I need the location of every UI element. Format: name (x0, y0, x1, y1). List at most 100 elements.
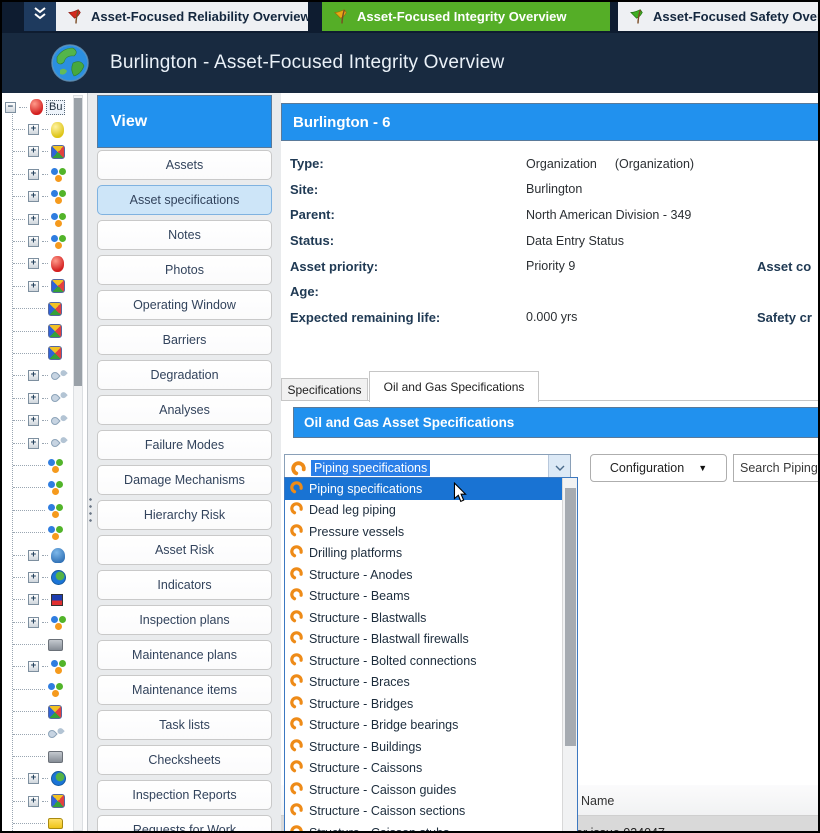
tree-row[interactable]: + (0, 186, 69, 208)
view-button-maintenance-items[interactable]: Maintenance items (97, 675, 272, 705)
tree-row[interactable] (0, 320, 69, 342)
tree-row[interactable]: + (0, 118, 69, 140)
tree-expander-expand[interactable]: + (28, 415, 39, 426)
view-button-maintenance-plans[interactable]: Maintenance plans (97, 640, 272, 670)
dropdown-item[interactable]: Structure - Blastwall firewalls (285, 629, 563, 651)
dropdown-item[interactable]: Structure - Caisson guides (285, 779, 563, 801)
tree-expander-expand[interactable]: + (28, 191, 39, 202)
dropdown-item[interactable]: Dead leg piping (285, 500, 563, 522)
dropdown-item[interactable]: Pressure vessels (285, 521, 563, 543)
tree-row[interactable]: + (0, 768, 69, 790)
view-button-barriers[interactable]: Barriers (97, 325, 272, 355)
tree-row[interactable]: + (0, 208, 69, 230)
view-button-asset-risk[interactable]: Asset Risk (97, 535, 272, 565)
tree-row[interactable]: −Bu (0, 96, 69, 118)
tree-row[interactable]: + (0, 790, 69, 812)
tree-row[interactable] (0, 813, 69, 833)
view-button-photos[interactable]: Photos (97, 255, 272, 285)
collapse-tabs-button[interactable] (24, 2, 56, 31)
panel-splitter-handle[interactable] (88, 496, 93, 522)
dropdown-item[interactable]: Drilling platforms (285, 543, 563, 565)
view-button-analyses[interactable]: Analyses (97, 395, 272, 425)
dropdown-item[interactable]: Structure - Buildings (285, 736, 563, 758)
tree-expander-expand[interactable]: + (28, 124, 39, 135)
tree-row[interactable] (0, 745, 69, 767)
tree-expander-expand[interactable]: + (28, 661, 39, 672)
dropdown-item[interactable]: Piping specifications (285, 478, 563, 500)
tree-row[interactable] (0, 298, 69, 320)
dashboard-tab-3[interactable]: Asset-Focused Safety Overview (618, 2, 820, 31)
tree-expander-expand[interactable]: + (28, 796, 39, 807)
spec-tab-specifications[interactable]: Specifications (281, 378, 368, 402)
tree-row[interactable]: + (0, 409, 69, 431)
dropdown-item[interactable]: Structure - Anodes (285, 564, 563, 586)
view-button-damage-mechanisms[interactable]: Damage Mechanisms (97, 465, 272, 495)
tree-row[interactable] (0, 678, 69, 700)
dropdown-item[interactable]: Structure - Caissons (285, 758, 563, 780)
tree-scrollbar[interactable] (73, 95, 83, 831)
tree-scrollbar-thumb[interactable] (74, 98, 82, 386)
tree-row[interactable] (0, 633, 69, 655)
tree-expander-expand[interactable]: + (28, 281, 39, 292)
tree-row[interactable] (0, 521, 69, 543)
tree-expander-collapse[interactable]: − (5, 102, 16, 113)
tree-expander-expand[interactable]: + (28, 258, 39, 269)
tree-row[interactable]: + (0, 365, 69, 387)
tree-expander-expand[interactable]: + (28, 572, 39, 583)
view-button-inspection-reports[interactable]: Inspection Reports (97, 780, 272, 810)
dropdown-item[interactable]: Structure - Bridges (285, 693, 563, 715)
tree-row[interactable]: + (0, 163, 69, 185)
dropdown-scrollbar-thumb[interactable] (565, 488, 576, 746)
tree-row[interactable]: + (0, 611, 69, 633)
dropdown-item[interactable]: Structure - Caisson sections (285, 801, 563, 823)
dropdown-item[interactable]: Structure - Braces (285, 672, 563, 694)
tree-expander-expand[interactable]: + (28, 773, 39, 784)
tree-row[interactable]: + (0, 230, 69, 252)
dropdown-item[interactable]: Structure - Beams (285, 586, 563, 608)
view-button-requests-for-work[interactable]: Requests for Work (97, 815, 272, 833)
view-button-operating-window[interactable]: Operating Window (97, 290, 272, 320)
tree-row[interactable]: + (0, 544, 69, 566)
tree-row[interactable] (0, 499, 69, 521)
tree-expander-expand[interactable]: + (28, 393, 39, 404)
view-button-asset-specifications[interactable]: Asset specifications (97, 185, 272, 215)
tree-row[interactable] (0, 454, 69, 476)
tree-row[interactable]: + (0, 589, 69, 611)
spec-tab-oil-and-gas-specifications[interactable]: Oil and Gas Specifications (369, 371, 539, 402)
tree-row[interactable] (0, 342, 69, 364)
view-button-inspection-plans[interactable]: Inspection plans (97, 605, 272, 635)
dropdown-scrollbar[interactable] (562, 478, 577, 832)
tree-row[interactable]: + (0, 275, 69, 297)
tree-row[interactable]: + (0, 141, 69, 163)
view-button-task-lists[interactable]: Task lists (97, 710, 272, 740)
view-button-indicators[interactable]: Indicators (97, 570, 272, 600)
tree-row[interactable] (0, 701, 69, 723)
view-button-degradation[interactable]: Degradation (97, 360, 272, 390)
dashboard-tab-2[interactable]: Asset-Focused Integrity Overview (322, 2, 610, 31)
tree-row[interactable]: + (0, 387, 69, 409)
tree-row[interactable]: + (0, 432, 69, 454)
tree-expander-expand[interactable]: + (28, 169, 39, 180)
dropdown-item[interactable]: Structure - Bolted connections (285, 650, 563, 672)
dropdown-item[interactable]: Structure - Bridge bearings (285, 715, 563, 737)
tree-expander-expand[interactable]: + (28, 594, 39, 605)
tree-row[interactable] (0, 477, 69, 499)
view-button-failure-modes[interactable]: Failure Modes (97, 430, 272, 460)
tree-expander-expand[interactable]: + (28, 550, 39, 561)
tree-expander-expand[interactable]: + (28, 438, 39, 449)
tree-row[interactable]: + (0, 656, 69, 678)
dropdown-item[interactable]: Structure - Blastwalls (285, 607, 563, 629)
configuration-button[interactable]: Configuration ▼ (590, 454, 727, 482)
tree-expander-expand[interactable]: + (28, 146, 39, 157)
dropdown-item[interactable]: Structure - Caisson stubs (285, 822, 563, 833)
view-button-notes[interactable]: Notes (97, 220, 272, 250)
view-button-checksheets[interactable]: Checksheets (97, 745, 272, 775)
tree-row[interactable] (0, 723, 69, 745)
view-button-hierarchy-risk[interactable]: Hierarchy Risk (97, 500, 272, 530)
view-button-assets[interactable]: Assets (97, 150, 272, 180)
tree-expander-expand[interactable]: + (28, 214, 39, 225)
tree-row[interactable]: + (0, 253, 69, 275)
dashboard-tab-1[interactable]: Asset-Focused Reliability Overview (56, 2, 308, 31)
tree-expander-expand[interactable]: + (28, 617, 39, 628)
column-header-name[interactable]: Name (581, 785, 614, 816)
